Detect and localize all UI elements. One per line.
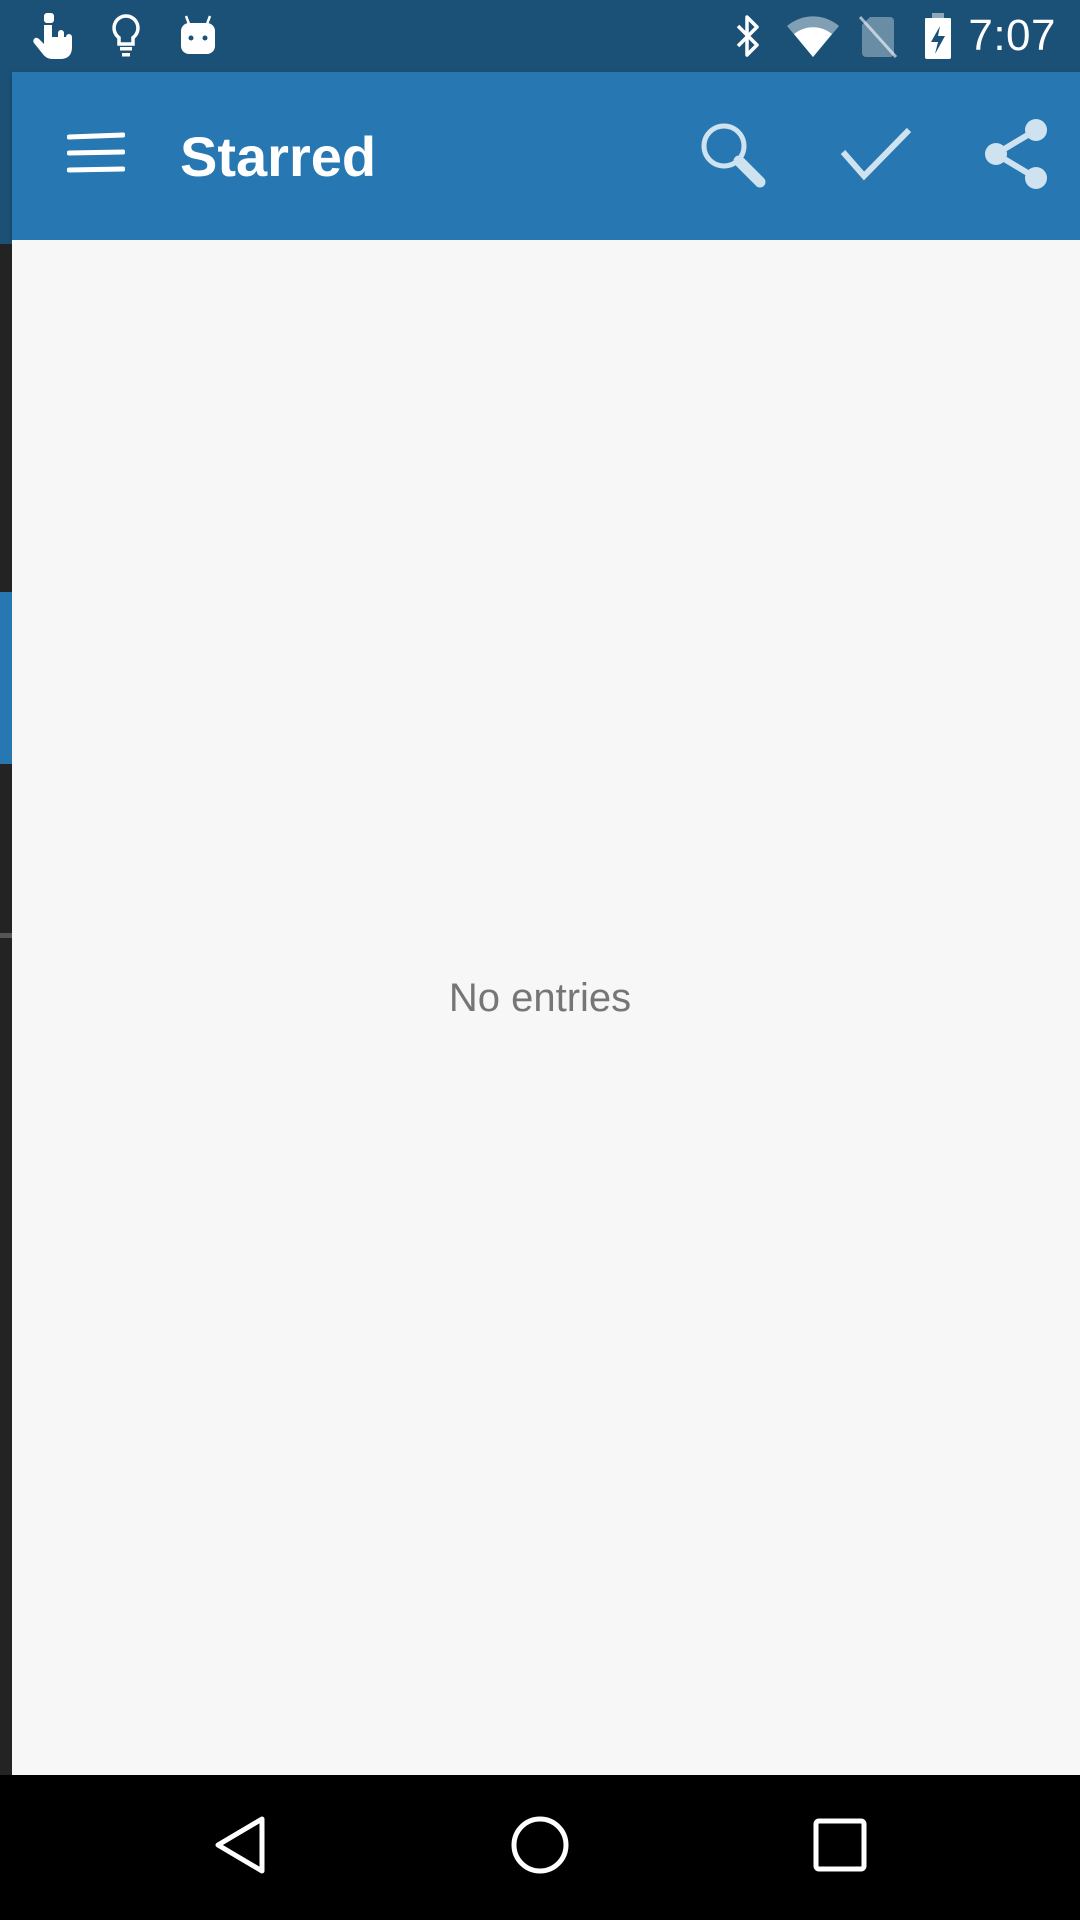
back-button[interactable] xyxy=(160,1775,320,1920)
drawer-edge-divider xyxy=(0,933,12,938)
home-icon xyxy=(510,1815,570,1880)
mark-read-button[interactable] xyxy=(812,72,940,240)
recents-icon xyxy=(813,1818,867,1877)
bluetooth-icon xyxy=(728,0,768,72)
lightbulb-icon xyxy=(104,0,148,72)
search-button[interactable] xyxy=(668,72,796,240)
battery-charging-icon xyxy=(920,0,956,72)
page-title: Starred xyxy=(180,124,377,188)
drawer-edge-selected xyxy=(0,592,12,764)
recents-button[interactable] xyxy=(760,1775,920,1920)
drawer-edge-header xyxy=(0,72,12,244)
drawer-edge[interactable] xyxy=(0,72,12,1775)
navigation-bar xyxy=(0,1775,1080,1920)
wifi-icon xyxy=(782,0,844,72)
screen: 7:07 Starred No entries xyxy=(0,0,1080,1920)
back-icon xyxy=(212,1815,268,1880)
status-time: 7:07 xyxy=(968,11,1056,60)
menu-button[interactable] xyxy=(32,72,160,240)
home-button[interactable] xyxy=(460,1775,620,1920)
share-button[interactable] xyxy=(952,72,1080,240)
check-icon xyxy=(840,126,912,187)
touch-icon xyxy=(26,0,78,72)
share-icon xyxy=(982,118,1050,195)
no-sim-icon xyxy=(856,0,900,72)
empty-message: No entries xyxy=(448,976,632,1020)
app-bar: Starred xyxy=(12,72,1080,240)
search-icon xyxy=(698,120,766,193)
menu-icon xyxy=(66,132,126,181)
status-bar: 7:07 xyxy=(0,0,1080,72)
android-icon xyxy=(176,0,220,72)
